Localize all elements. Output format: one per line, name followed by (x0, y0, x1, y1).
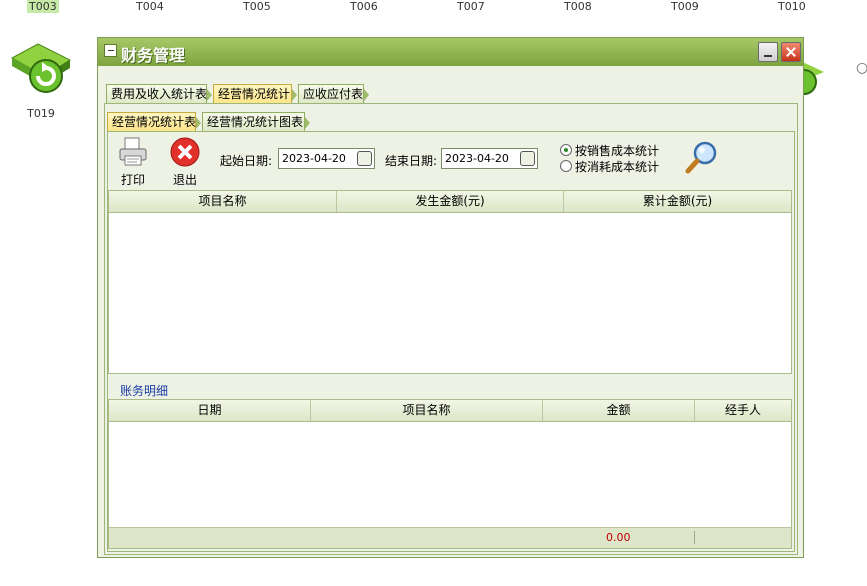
column-header[interactable]: 日期 (109, 400, 311, 421)
calendar-icon[interactable] (520, 151, 535, 166)
column-header[interactable]: 经手人 (695, 400, 791, 421)
subtab-business-chart[interactable]: 经营情况统计图表 (202, 112, 310, 131)
subtab-business-table[interactable]: 经营情况统计表 (107, 112, 201, 131)
radio-label: 按销售成本统计 (575, 144, 660, 158)
tab-expense-income[interactable]: 费用及收入统计表 (106, 84, 212, 103)
print-button[interactable]: 打印 (116, 136, 150, 188)
finance-window: 财务管理 费用及收入统计表 经营情况统计 应收应付表 经营情况统计表 经营情况统… (97, 37, 804, 558)
end-date-label: 结束日期: (385, 154, 438, 168)
column-header[interactable]: 累计金额(元) (564, 191, 791, 212)
exit-button[interactable]: 退出 (168, 136, 202, 188)
detail-section-label: 账务明细 (120, 384, 169, 398)
end-date-picker[interactable]: 2023-04-20 (441, 148, 538, 169)
table-code-item[interactable]: T003 (27, 0, 59, 13)
radio-indicator (560, 144, 572, 156)
footer-divider (694, 531, 695, 544)
print-label: 打印 (120, 173, 145, 187)
table-code-item[interactable]: T010 (778, 0, 806, 13)
table-code-item[interactable]: T005 (243, 0, 271, 13)
tab-panel: 经营情况统计表 经营情况统计图表 打印 退出 起始日期: 2023-04-20 … (104, 103, 798, 555)
magnifier-icon (685, 141, 717, 174)
table-icon-label: T019 (27, 107, 55, 120)
summary-table: 项目名称 发生金额(元) 累计金额(元) (108, 190, 792, 374)
window-menu-icon[interactable] (104, 44, 117, 57)
printer-icon (119, 137, 147, 166)
calendar-icon[interactable] (357, 151, 372, 166)
column-header[interactable]: 金额 (543, 400, 695, 421)
total-amount: 0.00 (606, 531, 631, 544)
close-button[interactable] (781, 42, 801, 62)
table-code-strip: T003 T004 T005 T006 T007 T008 T009 T010 (0, 0, 867, 14)
table-code-item[interactable]: T004 (136, 0, 164, 13)
radio-sales-cost[interactable]: 按销售成本统计 (560, 144, 659, 158)
window-title: 财务管理 (121, 46, 186, 65)
minimize-button[interactable] (758, 42, 778, 62)
subtab-label: 经营情况统计图表 (207, 115, 304, 129)
tab-label: 经营情况统计 (218, 87, 291, 101)
tab-label: 费用及收入统计表 (111, 87, 208, 101)
main-tab-row: 费用及收入统计表 经营情况统计 应收应付表 (106, 84, 796, 104)
partial-table-icon-edge: ○ (856, 60, 867, 76)
subtab-panel: 打印 退出 起始日期: 2023-04-20 结束日期: 2023-04-20 (107, 131, 795, 552)
summary-table-header: 项目名称 发生金额(元) 累计金额(元) (109, 191, 791, 213)
start-date-picker[interactable]: 2023-04-20 (278, 148, 375, 169)
end-date-value: 2023-04-20 (445, 152, 509, 165)
table-code-item[interactable]: T008 (564, 0, 592, 13)
start-date-value: 2023-04-20 (282, 152, 346, 165)
tab-business[interactable]: 经营情况统计 (213, 84, 297, 103)
table-code-item[interactable]: T009 (671, 0, 699, 13)
radio-consume-cost[interactable]: 按消耗成本统计 (560, 160, 659, 174)
column-header[interactable]: 发生金额(元) (337, 191, 564, 212)
sub-tab-row: 经营情况统计表 经营情况统计图表 (107, 112, 787, 132)
tab-receivable-payable[interactable]: 应收应付表 (298, 84, 369, 103)
exit-icon (170, 137, 200, 167)
detail-table: 日期 项目名称 金额 经手人 0.00 (108, 399, 792, 549)
tab-label: 应收应付表 (303, 87, 364, 101)
table-icon-t019[interactable]: T019 (8, 40, 74, 120)
exit-label: 退出 (172, 173, 197, 187)
column-header[interactable]: 项目名称 (311, 400, 543, 421)
detail-table-footer: 0.00 (109, 527, 791, 548)
column-header[interactable]: 项目名称 (109, 191, 337, 212)
table-code-item[interactable]: T006 (350, 0, 378, 13)
refresh-table-icon (10, 43, 72, 93)
start-date-label: 起始日期: (220, 154, 273, 168)
window-title-bar[interactable]: 财务管理 (98, 38, 803, 66)
radio-indicator (560, 160, 572, 172)
search-button[interactable] (685, 140, 719, 177)
table-code-item[interactable]: T007 (457, 0, 485, 13)
subtab-label: 经营情况统计表 (112, 115, 197, 129)
detail-table-header: 日期 项目名称 金额 经手人 (109, 400, 791, 422)
radio-label: 按消耗成本统计 (575, 160, 660, 174)
